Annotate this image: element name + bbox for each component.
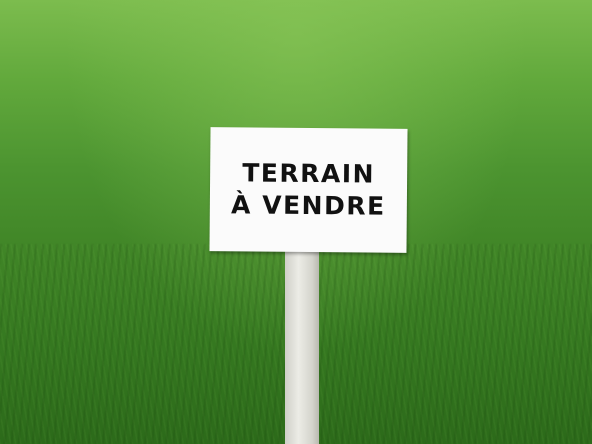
sign-text-line1: TERRAIN — [242, 158, 376, 189]
for-sale-sign: TERRAIN À VENDRE — [209, 127, 408, 253]
sign-text-line2: À VENDRE — [230, 190, 386, 221]
sign-post — [285, 248, 319, 444]
